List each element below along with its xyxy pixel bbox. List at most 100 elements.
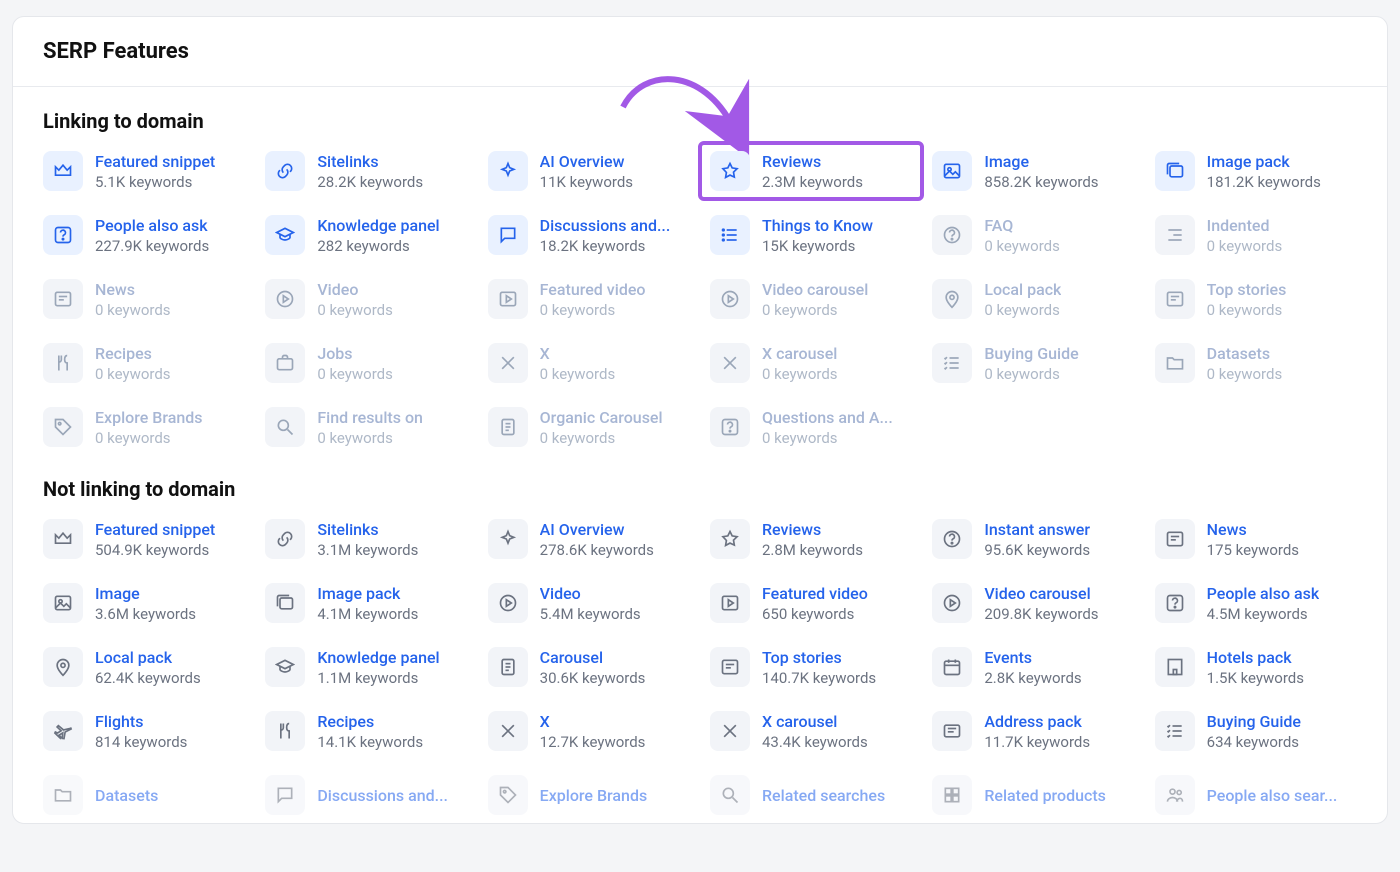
image-icon <box>932 151 972 191</box>
checklist-icon <box>1155 711 1195 751</box>
feature-text: Hotels pack1.5K keywords <box>1207 648 1304 687</box>
feature-text: Image3.6M keywords <box>95 584 196 623</box>
feature-image-pack[interactable]: Image pack181.2K keywords <box>1155 151 1357 191</box>
feature-discussions-and[interactable]: Discussions and... <box>265 775 467 815</box>
feature-name: Explore Brands <box>540 786 648 805</box>
feature-sub: 43.4K keywords <box>762 733 868 751</box>
feature-video-carousel[interactable]: Video carousel209.8K keywords <box>932 583 1134 623</box>
feature-image[interactable]: Image858.2K keywords <box>932 151 1134 191</box>
feature-people-also-sear[interactable]: People also sear... <box>1155 775 1357 815</box>
feature-explore-brands[interactable]: Explore Brands0 keywords <box>43 407 245 447</box>
feature-x-carousel[interactable]: X carousel43.4K keywords <box>710 711 912 751</box>
feature-reviews[interactable]: Reviews2.8M keywords <box>710 519 912 559</box>
feature-video[interactable]: Video5.4M keywords <box>488 583 690 623</box>
play-box-icon <box>710 583 750 623</box>
x-icon <box>488 711 528 751</box>
feature-recipes[interactable]: Recipes14.1K keywords <box>265 711 467 751</box>
feature-sub: 1.1M keywords <box>317 669 439 687</box>
feature-sub: 2.3M keywords <box>762 173 863 191</box>
feature-questions-and-a[interactable]: Questions and A...0 keywords <box>710 407 912 447</box>
feature-sub: 0 keywords <box>95 301 171 319</box>
feature-name: Knowledge panel <box>317 648 439 667</box>
feature-sub: 650 keywords <box>762 605 868 623</box>
feature-buying-guide[interactable]: Buying Guide634 keywords <box>1155 711 1357 751</box>
feature-knowledge-panel[interactable]: Knowledge panel282 keywords <box>265 215 467 255</box>
feature-featured-snippet[interactable]: Featured snippet5.1K keywords <box>43 151 245 191</box>
feature-featured-video[interactable]: Featured video650 keywords <box>710 583 912 623</box>
feature-people-also-ask[interactable]: People also ask4.5M keywords <box>1155 583 1357 623</box>
feature-sub: 0 keywords <box>540 429 663 447</box>
feature-datasets[interactable]: Datasets <box>43 775 245 815</box>
play-icon <box>265 279 305 319</box>
feature-ai-overview[interactable]: AI Overview11K keywords <box>488 151 690 191</box>
feature-address-pack[interactable]: Address pack11.7K keywords <box>932 711 1134 751</box>
feature-news[interactable]: News175 keywords <box>1155 519 1357 559</box>
feature-text: Instant answer95.6K keywords <box>984 520 1090 559</box>
feature-sub: 0 keywords <box>984 301 1061 319</box>
feature-featured-snippet[interactable]: Featured snippet504.9K keywords <box>43 519 245 559</box>
feature-knowledge-panel[interactable]: Knowledge panel 1.1M keywords <box>265 647 467 687</box>
feature-news[interactable]: News0 keywords <box>43 279 245 319</box>
feature-name: AI Overview <box>540 520 654 539</box>
feature-text: People also ask227.9K keywords <box>95 216 209 255</box>
feature-local-pack[interactable]: Local pack62.4K keywords <box>43 647 245 687</box>
feature-text: Explore Brands0 keywords <box>95 408 203 447</box>
briefcase-icon <box>265 343 305 383</box>
feature-reviews[interactable]: Reviews2.3M keywords <box>698 141 924 201</box>
sparkle-icon <box>488 519 528 559</box>
feature-things-to-know[interactable]: Things to Know15K keywords <box>710 215 912 255</box>
feature-buying-guide[interactable]: Buying Guide0 keywords <box>932 343 1134 383</box>
feature-text: People also ask4.5M keywords <box>1207 584 1320 623</box>
feature-explore-brands[interactable]: Explore Brands <box>488 775 690 815</box>
feature-events[interactable]: Events2.8K keywords <box>932 647 1134 687</box>
feature-find-results-on[interactable]: Find results on0 keywords <box>265 407 467 447</box>
feature-name: FAQ <box>984 216 1060 235</box>
feature-name: Top stories <box>762 648 876 667</box>
feature-x-carousel[interactable]: X carousel0 keywords <box>710 343 912 383</box>
feature-jobs[interactable]: Jobs0 keywords <box>265 343 467 383</box>
feature-video-carousel[interactable]: Video carousel0 keywords <box>710 279 912 319</box>
feature-people-also-ask[interactable]: People also ask227.9K keywords <box>43 215 245 255</box>
feature-x[interactable]: X12.7K keywords <box>488 711 690 751</box>
feature-datasets[interactable]: Datasets0 keywords <box>1155 343 1357 383</box>
feature-video[interactable]: Video0 keywords <box>265 279 467 319</box>
play-icon <box>488 583 528 623</box>
feature-sub: 0 keywords <box>317 429 423 447</box>
feature-top-stories[interactable]: Top stories0 keywords <box>1155 279 1357 319</box>
feature-sitelinks[interactable]: Sitelinks28.2K keywords <box>265 151 467 191</box>
feature-sub: 0 keywords <box>1207 365 1283 383</box>
feature-top-stories[interactable]: Top stories140.7K keywords <box>710 647 912 687</box>
feature-ai-overview[interactable]: AI Overview 278.6K keywords <box>488 519 690 559</box>
feature-carousel[interactable]: Carousel30.6K keywords <box>488 647 690 687</box>
feature-instant-answer[interactable]: Instant answer95.6K keywords <box>932 519 1134 559</box>
feature-discussions-and[interactable]: Discussions and...18.2K keywords <box>488 215 690 255</box>
feature-text: Flights814 keywords <box>95 712 187 751</box>
feature-name: Image <box>95 584 196 603</box>
feature-organic-carousel[interactable]: Organic Carousel0 keywords <box>488 407 690 447</box>
feature-recipes[interactable]: Recipes0 keywords <box>43 343 245 383</box>
calendar-icon <box>932 647 972 687</box>
feature-faq[interactable]: FAQ0 keywords <box>932 215 1134 255</box>
feature-flights[interactable]: Flights814 keywords <box>43 711 245 751</box>
feature-text: X carousel0 keywords <box>762 344 838 383</box>
feature-text: Reviews2.3M keywords <box>762 152 863 191</box>
feature-related-searches[interactable]: Related searches <box>710 775 912 815</box>
feature-sub: 278.6K keywords <box>540 541 654 559</box>
feature-indented[interactable]: Indented0 keywords <box>1155 215 1357 255</box>
section-not-linking: Not linking to domain Featured snippet50… <box>13 455 1387 823</box>
feature-name: Discussions and... <box>540 216 671 235</box>
feature-featured-video[interactable]: Featured video0 keywords <box>488 279 690 319</box>
play-box-icon <box>488 279 528 319</box>
feature-related-products[interactable]: Related products <box>932 775 1134 815</box>
feature-name: Image pack <box>317 584 418 603</box>
link-icon <box>265 151 305 191</box>
tag-icon <box>488 775 528 815</box>
feature-image-pack[interactable]: Image pack4.1M keywords <box>265 583 467 623</box>
feature-image[interactable]: Image3.6M keywords <box>43 583 245 623</box>
feature-name: Top stories <box>1207 280 1287 299</box>
feature-x[interactable]: X0 keywords <box>488 343 690 383</box>
feature-sub: 0 keywords <box>317 301 393 319</box>
feature-hotels-pack[interactable]: Hotels pack1.5K keywords <box>1155 647 1357 687</box>
feature-sitelinks[interactable]: Sitelinks3.1M keywords <box>265 519 467 559</box>
feature-local-pack[interactable]: Local pack0 keywords <box>932 279 1134 319</box>
